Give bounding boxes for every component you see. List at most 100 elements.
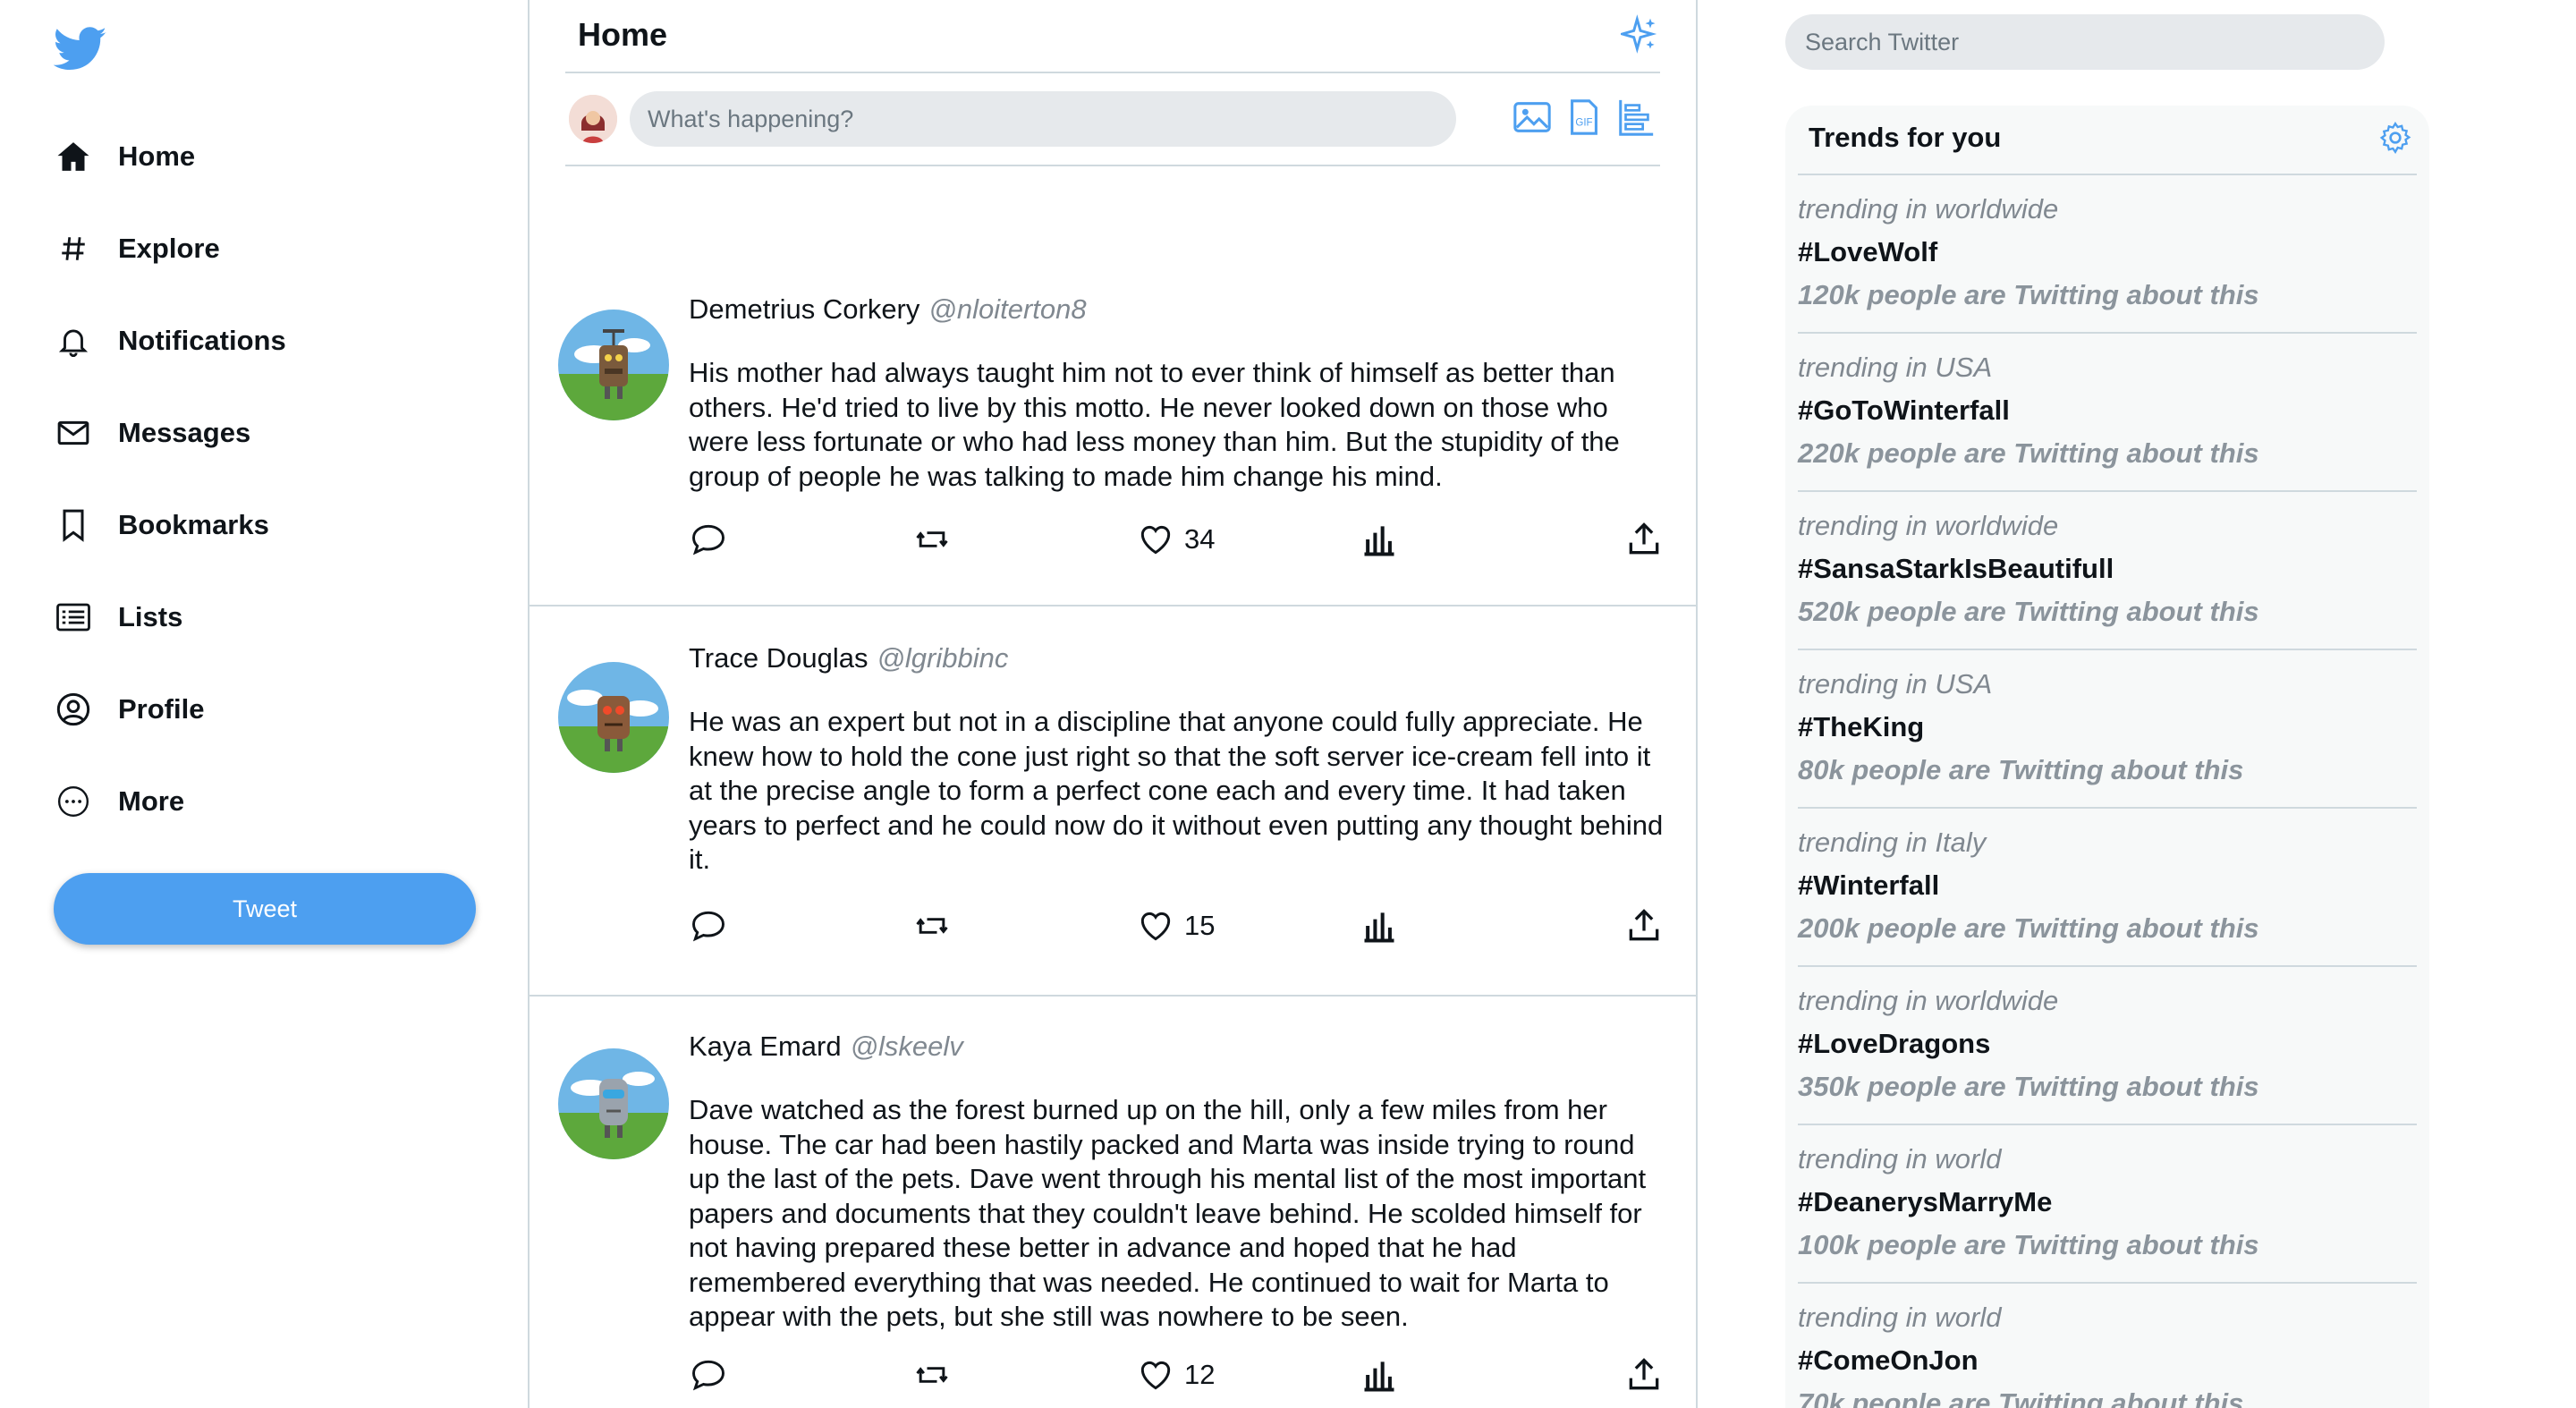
trend-count: 80k people are Twitting about this — [1798, 754, 2244, 785]
nav-item-lists[interactable]: Lists — [54, 586, 182, 649]
trend-hashtag[interactable]: #GoToWinterfall — [1798, 394, 2010, 427]
author-name[interactable]: Trace Douglas — [689, 642, 868, 674]
trend-location: trending in world — [1798, 1302, 2002, 1333]
nav-item-notifications[interactable]: Notifications — [54, 310, 286, 372]
trend-hashtag[interactable]: #SansaStarkIsBeautifull — [1798, 553, 2114, 585]
page-title: Home — [578, 16, 668, 53]
share-button[interactable] — [1624, 1353, 1664, 1397]
image-icon[interactable] — [1512, 97, 1553, 138]
composer-tools: GIF — [1512, 97, 1657, 138]
reply-icon — [692, 1360, 724, 1391]
author-handle[interactable]: @lgribbinc — [877, 642, 1008, 674]
avatar — [558, 310, 669, 420]
reply-button[interactable] — [689, 517, 728, 562]
reply-button[interactable] — [689, 1353, 728, 1397]
trend-item[interactable]: trending in worldwide #LoveDragons 350k … — [1798, 965, 2417, 1124]
retweet-button[interactable] — [912, 517, 952, 562]
trend-item[interactable]: trending in Italy #Winterfall 200k peopl… — [1798, 807, 2417, 965]
right-sidebar: Trends for you trending in worldwide #Lo… — [1698, 0, 2576, 1408]
bell-icon — [54, 321, 93, 360]
trend-item[interactable]: trending in USA #GoToWinterfall 220k peo… — [1798, 332, 2417, 490]
more-icon — [54, 782, 93, 821]
share-button[interactable] — [1624, 903, 1664, 948]
like-count: 12 — [1184, 1359, 1216, 1390]
nav-item-profile[interactable]: Profile — [54, 678, 204, 741]
retweet-button[interactable] — [912, 1353, 952, 1397]
analytics-icon — [1364, 526, 1394, 556]
author-handle[interactable]: @nloiterton8 — [928, 293, 1086, 325]
reply-icon — [692, 911, 724, 942]
tweet-card[interactable]: Demetrius Corkery @nloiterton8 His mother… — [530, 268, 1696, 606]
trend-hashtag[interactable]: #Winterfall — [1798, 869, 1939, 902]
tweet-composer: GIF — [565, 75, 1660, 166]
tweet-text: His mother had always taught him not to … — [689, 357, 1620, 492]
trend-count: 220k people are Twitting about this — [1798, 437, 2259, 469]
tweet-header: Demetrius Corkery @nloiterton8 — [689, 293, 1087, 326]
svg-text:GIF: GIF — [1575, 118, 1592, 129]
analytics-icon — [1364, 912, 1394, 943]
avatar — [558, 1048, 669, 1159]
analytics-button[interactable] — [1360, 517, 1399, 562]
analytics-button[interactable] — [1360, 1353, 1399, 1397]
trend-hashtag[interactable]: #ComeOnJon — [1798, 1344, 1979, 1377]
search-input[interactable] — [1785, 14, 2385, 70]
like-button[interactable]: 34 — [1136, 517, 1215, 562]
nav-label: Bookmarks — [118, 509, 269, 540]
nav-item-home[interactable]: Home — [54, 125, 195, 188]
avatar — [558, 662, 669, 773]
twitter-logo-icon[interactable] — [54, 27, 107, 72]
trend-item[interactable]: trending in world #ComeOnJon 70k people … — [1798, 1282, 2417, 1408]
like-button[interactable]: 15 — [1136, 903, 1215, 948]
trend-hashtag[interactable]: #LoveWolf — [1798, 236, 1937, 268]
tweet-text: He was an expert but not in a discipline… — [689, 706, 1664, 875]
gif-icon[interactable]: GIF — [1563, 97, 1605, 138]
share-button[interactable] — [1624, 517, 1664, 562]
trend-item[interactable]: trending in worldwide #SansaStarkIsBeaut… — [1798, 490, 2417, 649]
analytics-button[interactable] — [1360, 903, 1399, 948]
trend-item[interactable]: trending in worldwide #LoveWolf 120k peo… — [1798, 174, 2417, 332]
poll-icon[interactable] — [1615, 97, 1657, 138]
nav-item-messages[interactable]: Messages — [54, 402, 250, 464]
author-name[interactable]: Demetrius Corkery — [689, 293, 919, 325]
sparkle-icon[interactable] — [1621, 14, 1660, 54]
envelope-icon — [54, 413, 93, 453]
compose-input[interactable] — [630, 91, 1456, 147]
tweet-button[interactable]: Tweet — [54, 873, 476, 945]
trend-hashtag[interactable]: #TheKing — [1798, 711, 1924, 743]
trend-count: 350k people are Twitting about this — [1798, 1071, 2259, 1102]
author-handle[interactable]: @lskeelv — [851, 1031, 963, 1062]
nav-label: More — [118, 785, 185, 817]
nav-label: Messages — [118, 417, 251, 448]
author-name[interactable]: Kaya Emard — [689, 1031, 842, 1062]
retweet-icon — [916, 918, 948, 934]
tweet-text: Dave watched as the forest burned up on … — [689, 1094, 1647, 1332]
trend-location: trending in USA — [1798, 668, 1993, 700]
tweet-card[interactable]: Trace Douglas @lgribbinc He was an expert… — [530, 608, 1696, 997]
trend-hashtag[interactable]: #DeanerysMarryMe — [1798, 1186, 2052, 1218]
bookmark-icon — [54, 505, 93, 545]
left-sidebar: Home Explore Notifications Messages Book… — [0, 0, 528, 1408]
trend-location: trending in world — [1798, 1143, 2002, 1175]
trend-location: trending in USA — [1798, 352, 1993, 383]
gear-icon[interactable] — [2377, 120, 2413, 156]
retweet-icon — [916, 531, 948, 547]
share-icon — [1629, 909, 1659, 941]
trend-location: trending in worldwide — [1798, 985, 2059, 1016]
nav-item-bookmarks[interactable]: Bookmarks — [54, 494, 269, 556]
like-button[interactable]: 12 — [1136, 1353, 1215, 1397]
reply-button[interactable] — [689, 903, 728, 948]
like-count: 34 — [1184, 523, 1216, 555]
retweet-button[interactable] — [912, 903, 952, 948]
list-icon — [54, 598, 93, 637]
nav-label: Explore — [118, 233, 220, 264]
share-icon — [1629, 522, 1659, 555]
reply-icon — [692, 524, 724, 556]
nav-item-explore[interactable]: Explore — [54, 217, 220, 280]
trend-location: trending in worldwide — [1798, 510, 2059, 541]
trend-hashtag[interactable]: #LoveDragons — [1798, 1028, 1990, 1060]
user-icon — [54, 690, 93, 729]
trend-item[interactable]: trending in world #DeanerysMarryMe 100k … — [1798, 1124, 2417, 1282]
trend-item[interactable]: trending in USA #TheKing 80k people are … — [1798, 649, 2417, 807]
tweet-card[interactable]: Kaya Emard @lskeelv Dave watched as the f… — [530, 998, 1696, 1408]
nav-item-more[interactable]: More — [54, 770, 184, 833]
